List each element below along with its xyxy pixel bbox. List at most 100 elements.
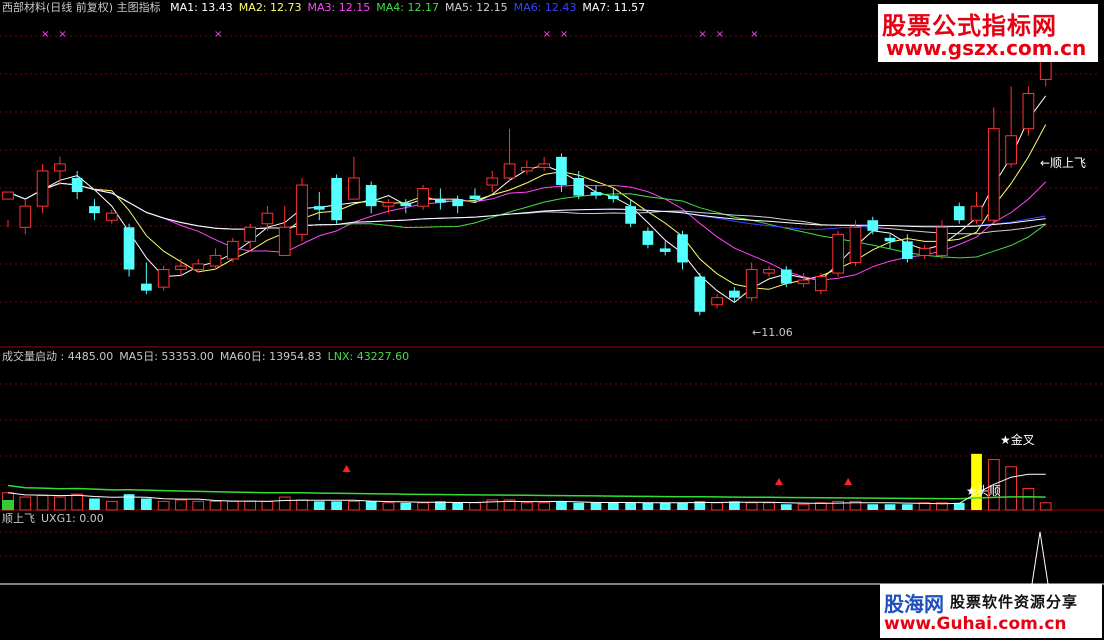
volume-bar [175,499,187,511]
volume-ma60-line [7,484,1046,500]
volume-bar [400,502,412,510]
volume-bar [331,501,342,510]
candle-body [105,212,118,221]
candle-body [953,206,965,221]
volume-bar [192,500,205,511]
volume-bar [278,496,291,511]
volume-bar [19,496,32,511]
candle-body [970,205,983,221]
volume-bar [607,502,619,510]
volume-bar [763,502,775,511]
main-chart-header: 西部材料(日线 前复权) 主图指标 MA1: 13.43 MA2: 12.73 MA… [2,0,657,16]
volume-header: 成交量启动 : 4485.00 MA5日: 53353.00 MA60日: 1395… [2,349,415,365]
volume-value-3: MA60日: 13954.83 [219,350,322,363]
candle-body [556,156,567,186]
volume-bar [140,498,152,510]
main-chart-title: 西部材料(日线 前复权) 主图指标 [2,1,161,14]
candle-body [849,226,862,263]
volume-bar [625,502,636,510]
ma-line-3 [7,181,1047,281]
head-label: ★头顺 [966,484,1001,498]
candle-body [745,269,758,299]
ma-value-2: MA2: 12.73 [238,1,302,14]
signal-triangle [342,465,351,472]
candle-body [694,276,706,312]
candle-body [175,265,187,271]
ma-line-7 [7,182,1046,230]
volume-bar [54,496,66,511]
candle-body [486,177,499,186]
volume-bar [1005,466,1017,511]
candle-body [192,263,205,271]
candle-body [763,269,775,274]
candle-body [677,234,688,263]
volume-value-1: 成交量启动 : 4485.00 [2,350,114,363]
signal-spike [1031,531,1049,585]
candle-body [331,177,342,221]
marker-x: × [750,29,758,40]
low-annotation: ←11.06 [752,326,793,339]
candle-body [987,128,1000,221]
volume-bar [884,504,896,510]
candle-body [625,206,636,224]
volume-bar [642,502,654,510]
watermark-guhai: 股海网 股票软件资源分享 www.Guhai.com.cn [880,584,1102,638]
candle-body [278,226,291,256]
candle-body [1022,92,1035,130]
volume-bar [469,502,481,511]
volume-bar [780,504,792,510]
candle-body [400,202,412,207]
volume-bar [89,498,100,510]
volume-bar [867,504,879,510]
volume-value-4: LNX: 43227.60 [327,350,410,363]
volume-bar [313,501,325,510]
marker-x: × [716,29,724,40]
candle-body [2,191,14,200]
volume-bar [971,453,982,510]
candle-body [435,199,446,203]
stock-chart-canvas[interactable]: × × × × × × × × ←顺上飞 ←11.06 ★金叉 ★头顺 [0,0,1104,640]
candle-body [54,163,66,172]
volume-bar [348,500,360,511]
marker-x: × [214,29,222,40]
candle-body [157,269,170,288]
volume-ma5-line [7,473,1046,505]
marker-x: × [543,29,551,40]
signal-header: 顺上飞 UXG1: 0.00 [2,511,110,527]
signal-value-1: 顺上飞 [2,512,35,525]
candle-body [209,254,222,267]
volume-bar [36,495,49,511]
candle-body [469,195,481,200]
ma-value-5: MA5: 12.15 [444,1,508,14]
volume-value-2: MA5日: 53353.00 [119,350,214,363]
candle-body [417,188,429,207]
candle-body [659,248,671,252]
candle-body [452,199,464,207]
candle-body [573,177,585,196]
candle-body [867,220,879,231]
volume-bar [296,499,308,511]
candle-body [936,226,948,256]
candle-body [313,206,325,210]
candle-body [296,184,308,235]
candle-body [884,237,896,242]
volume-bar [745,502,758,511]
volume-bar [261,500,274,511]
candle-body [901,241,913,259]
marker-x: × [58,29,66,40]
volume-bar [209,500,222,511]
candle-body [815,276,827,292]
volume-bar [556,501,567,510]
candle-body [711,297,723,306]
candle-body [89,206,100,214]
volume-bar [901,504,913,510]
volume-bar [105,500,118,511]
candle-body [226,240,239,260]
volume-bar [226,500,239,511]
ma-line-6 [7,182,1046,230]
ma-value-1: MA1: 13.43 [170,1,233,14]
candle-body [590,192,602,196]
candle-body [382,202,395,207]
volume-bar [797,503,810,511]
marker-x: × [41,29,49,40]
